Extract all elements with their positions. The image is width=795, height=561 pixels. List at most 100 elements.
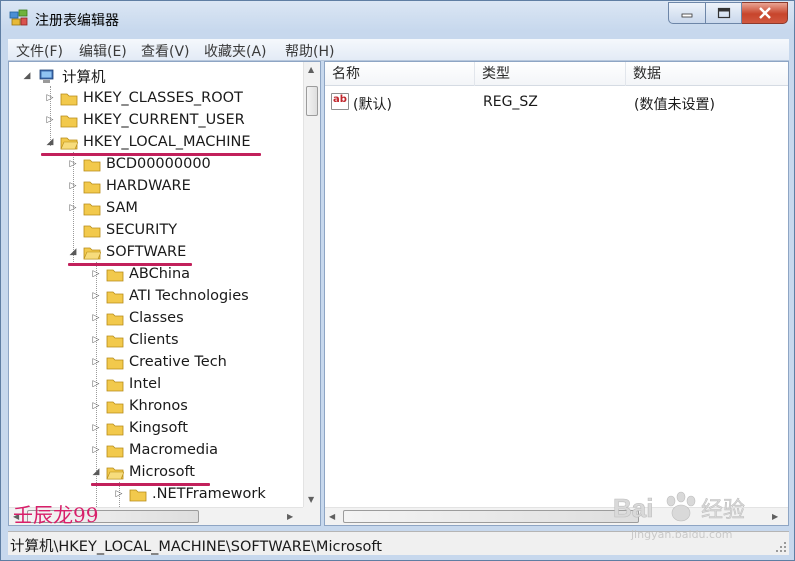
column-name[interactable]: 名称: [325, 62, 475, 86]
collapsed-arrow-icon[interactable]: ▷: [44, 92, 56, 104]
close-icon: [758, 7, 771, 19]
tree-node-label: ABChina: [129, 266, 191, 282]
folder-icon: [106, 269, 124, 281]
column-type[interactable]: 类型: [475, 62, 626, 86]
tree-node-netframework[interactable]: ▷ .NETFramework: [113, 483, 266, 505]
tree-vscroll-thumb[interactable]: [306, 86, 318, 116]
tree-pane[interactable]: ◢ 计算机 ▷ HKEY_CLASSES_ROOT ▷ HKEY_CURRENT…: [8, 61, 321, 526]
column-data[interactable]: 数据: [626, 62, 788, 86]
collapsed-arrow-icon[interactable]: ▷: [67, 180, 79, 192]
collapsed-arrow-icon[interactable]: ▷: [90, 268, 102, 280]
tree-node-software[interactable]: ◢ SOFTWARE: [67, 241, 187, 263]
regedit-app-icon: [9, 9, 28, 26]
scroll-corner: [303, 507, 320, 525]
window-title: 注册表编辑器: [35, 13, 119, 29]
close-button[interactable]: [742, 2, 788, 24]
tree-node-security[interactable]: SECURITY: [67, 219, 177, 241]
folder-icon: [106, 357, 124, 369]
folder-icon: [106, 423, 124, 435]
tree-node-hkcr[interactable]: ▷ HKEY_CLASSES_ROOT: [44, 87, 243, 109]
title-bar[interactable]: 注册表编辑器: [1, 1, 794, 35]
folder-icon: [60, 115, 78, 127]
collapsed-arrow-icon[interactable]: ▷: [90, 422, 102, 434]
tree-node-hardware[interactable]: ▷ HARDWARE: [67, 175, 191, 197]
tree-node-intel[interactable]: ▷ Intel: [90, 373, 162, 395]
author-watermark: 壬辰龙99: [13, 503, 99, 527]
collapsed-arrow-icon[interactable]: ▷: [44, 114, 56, 126]
open-folder-icon: [106, 467, 124, 479]
tree-node-ati[interactable]: ▷ ATI Technologies: [90, 285, 249, 307]
list-row[interactable]: ab (默认) REG_SZ (数值未设置): [325, 91, 788, 113]
tree-node-bcd[interactable]: ▷ BCD00000000: [67, 153, 211, 175]
tree-node-label: SECURITY: [106, 222, 178, 238]
tree-node-label: Kingsoft: [129, 420, 188, 436]
collapsed-arrow-icon[interactable]: ▷: [90, 312, 102, 324]
menu-bar: 文件(F) 编辑(E) 查看(V) 收藏夹(A) 帮助(H): [8, 39, 789, 61]
folder-icon: [83, 181, 101, 193]
scroll-right-arrow-icon[interactable]: ▶: [772, 512, 778, 521]
minimize-icon: [681, 13, 693, 18]
tree-node-khronos[interactable]: ▷ Khronos: [90, 395, 188, 417]
expanded-arrow-icon[interactable]: ◢: [21, 70, 33, 82]
collapsed-arrow-icon[interactable]: ▷: [90, 290, 102, 302]
scroll-up-arrow-icon[interactable]: ▲: [308, 65, 314, 74]
tree-node-creative-tech[interactable]: ▷ Creative Tech: [90, 351, 227, 373]
tree-node-macromedia[interactable]: ▷ Macromedia: [90, 439, 219, 461]
tree-view[interactable]: ◢ 计算机 ▷ HKEY_CLASSES_ROOT ▷ HKEY_CURRENT…: [9, 62, 304, 507]
collapsed-arrow-icon[interactable]: ▷: [90, 400, 102, 412]
folder-icon: [106, 445, 124, 457]
tree-node-abchina[interactable]: ▷ ABChina: [90, 263, 191, 285]
tree-node-label: Macromedia: [129, 442, 219, 458]
regedit-window: 注册表编辑器 文件(F) 编辑(E) 查看(V) 收藏夹(A) 帮助(H) ◢ …: [0, 0, 795, 561]
list-hscroll-thumb[interactable]: [343, 510, 639, 523]
baidu-jingyan-logo: Bai 经验: [613, 491, 745, 523]
collapsed-arrow-icon[interactable]: ▷: [90, 444, 102, 456]
open-folder-icon: [60, 137, 78, 149]
folder-icon: [106, 401, 124, 413]
tree-node-classes[interactable]: ▷ Classes: [90, 307, 184, 329]
resize-grip-icon[interactable]: [775, 541, 787, 553]
menu-help[interactable]: 帮助(H): [285, 41, 334, 61]
open-folder-icon: [83, 247, 101, 259]
value-name: (默认): [353, 97, 392, 113]
scroll-left-arrow-icon[interactable]: ◀: [329, 512, 335, 521]
maximize-icon: [717, 7, 730, 19]
collapsed-arrow-icon[interactable]: ▷: [113, 488, 125, 500]
folder-icon: [83, 159, 101, 171]
expanded-arrow-icon[interactable]: ◢: [44, 136, 56, 148]
value-data: (数值未设置): [634, 97, 715, 113]
annotation-underline-software: [68, 263, 192, 266]
menu-view[interactable]: 查看(V): [141, 41, 190, 61]
menu-file[interactable]: 文件(F): [16, 41, 63, 61]
expanded-arrow-icon[interactable]: ◢: [67, 246, 79, 258]
menu-edit[interactable]: 编辑(E): [79, 41, 127, 61]
tree-vertical-scrollbar[interactable]: ▲ ▼: [303, 62, 320, 507]
collapsed-arrow-icon[interactable]: ▷: [67, 158, 79, 170]
tree-node-microsoft[interactable]: ◢ Microsoft: [90, 461, 195, 483]
tree-node-label: ATI Technologies: [129, 288, 249, 304]
maximize-button[interactable]: [706, 2, 742, 24]
collapsed-arrow-icon[interactable]: ▷: [90, 378, 102, 390]
menu-favorites[interactable]: 收藏夹(A): [204, 41, 267, 61]
expanded-arrow-icon[interactable]: ◢: [90, 466, 102, 478]
tree-node-computer[interactable]: ◢ 计算机: [21, 65, 106, 87]
minimize-button[interactable]: [668, 2, 706, 24]
tree-node-clients[interactable]: ▷ Clients: [90, 329, 179, 351]
folder-icon: [83, 225, 101, 237]
scroll-right-arrow-icon[interactable]: ▶: [287, 512, 293, 521]
collapsed-arrow-icon[interactable]: ▷: [90, 334, 102, 346]
values-list-pane[interactable]: 名称 类型 数据 ab (默认) REG_SZ (数值未设置) ◀ ▶: [324, 61, 789, 526]
tree-node-kingsoft[interactable]: ▷ Kingsoft: [90, 417, 188, 439]
svg-text:经验: 经验: [701, 498, 745, 523]
status-path: 计算机\HKEY_LOCAL_MACHINE\SOFTWARE\Microsof…: [10, 539, 382, 555]
scroll-down-arrow-icon[interactable]: ▼: [308, 495, 314, 504]
collapsed-arrow-icon[interactable]: ▷: [90, 356, 102, 368]
tree-node-label: Khronos: [129, 398, 188, 414]
tree-node-hkcu[interactable]: ▷ HKEY_CURRENT_USER: [44, 109, 245, 131]
tree-node-sam[interactable]: ▷ SAM: [67, 197, 138, 219]
tree-node-label: BCD00000000: [106, 156, 211, 172]
folder-icon: [129, 489, 147, 501]
tree-node-hklm[interactable]: ◢ HKEY_LOCAL_MACHINE: [44, 131, 251, 153]
collapsed-arrow-icon[interactable]: ▷: [67, 202, 79, 214]
tree-node-label: SOFTWARE: [106, 244, 187, 260]
